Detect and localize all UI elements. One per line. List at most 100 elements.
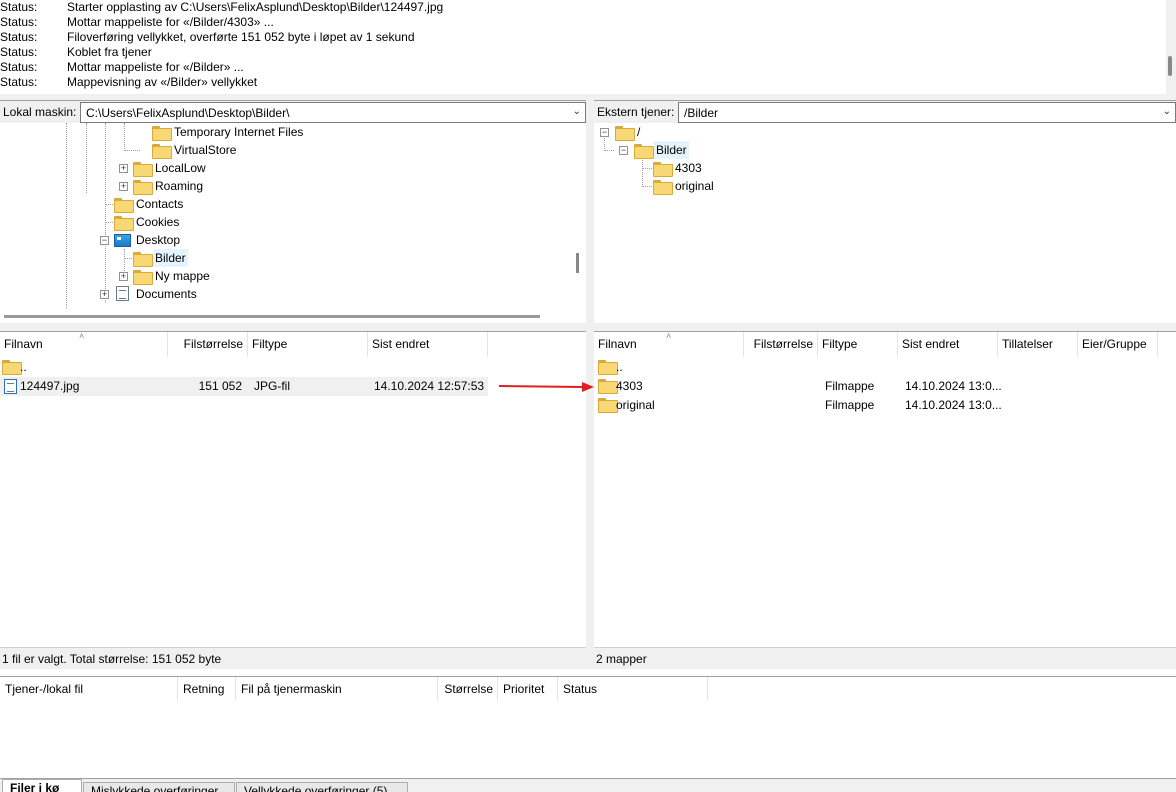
desktop-icon <box>114 234 131 247</box>
local-path-combo[interactable]: C:\Users\FelixAsplund\Desktop\Bilder\ ⌄ <box>80 102 586 123</box>
file-name: .. <box>616 360 623 374</box>
collapse-minus-icon[interactable]: − <box>619 146 628 155</box>
log-scrollbar[interactable] <box>1166 0 1176 94</box>
collapse-minus-icon[interactable]: − <box>100 236 109 245</box>
remote-address-bar: Ekstern tjener: /Bilder ⌄ <box>594 100 1176 123</box>
message-log: Status: Starter opplasting av C:\Users\Fe… <box>0 0 1176 94</box>
local-tree-vertical-scrollbar[interactable] <box>570 123 586 309</box>
col-header-modified[interactable]: Sist endret <box>368 332 488 357</box>
local-path-value: C:\Users\FelixAsplund\Desktop\Bilder\ <box>86 106 290 120</box>
folder-icon <box>2 358 22 377</box>
file-modified: 14.10.2024 13:0... <box>905 398 1002 412</box>
tree-guide <box>86 123 87 193</box>
chevron-down-icon[interactable]: ⌄ <box>1163 106 1171 117</box>
folder-icon <box>615 126 635 141</box>
col-header-modified[interactable]: Sist endret <box>898 332 998 357</box>
scroll-thumb[interactable] <box>4 315 540 318</box>
queue-col-direction[interactable]: Retning <box>178 677 236 701</box>
file-name: .. <box>20 360 27 374</box>
file-size: 151 052 <box>198 379 242 393</box>
col-header-filesize[interactable]: Filstørrelse <box>168 332 248 357</box>
documents-icon <box>116 286 129 301</box>
remote-status-bar: 2 mapper <box>594 647 1176 669</box>
expand-plus-icon[interactable]: + <box>100 290 109 299</box>
queue-col-local-file[interactable]: Tjener-/lokal fil <box>0 677 178 701</box>
local-address-bar: Lokal maskin: C:\Users\FelixAsplund\Desk… <box>0 100 586 123</box>
arrow-shaft <box>498 385 583 388</box>
remote-status-text: 2 mapper <box>596 652 647 666</box>
file-row-parent[interactable]: .. <box>594 358 1176 377</box>
folder-icon <box>114 198 134 213</box>
expand-plus-icon[interactable]: + <box>119 164 128 173</box>
queue-col-priority[interactable]: Prioritet <box>498 677 558 701</box>
file-row-4303[interactable]: 4303 Filmappe 14.10.2024 13:0... <box>594 377 1176 396</box>
col-header-filetype[interactable]: Filtype <box>248 332 368 357</box>
chevron-down-icon[interactable]: ⌄ <box>573 106 581 117</box>
tree-guide <box>124 150 140 151</box>
tab-successful-transfers[interactable]: Vellykkede overføringer (5) <box>236 782 408 792</box>
col-header-owner-group[interactable]: Eier/Gruppe <box>1078 332 1158 357</box>
tree-guide <box>124 123 125 151</box>
queue-tabs: Filer i kø Mislykkede overføringer Velly… <box>0 778 1176 792</box>
collapse-minus-icon[interactable]: − <box>600 128 609 137</box>
log-scroll-thumb[interactable] <box>1168 56 1172 76</box>
arrow-head <box>582 382 594 392</box>
file-modified: 14.10.2024 13:0... <box>905 379 1002 393</box>
tree-guide <box>105 204 113 205</box>
remote-path-value: /Bilder <box>684 106 719 120</box>
col-header-filetype[interactable]: Filtype <box>818 332 898 357</box>
folder-icon <box>152 144 172 159</box>
image-file-icon <box>4 379 17 400</box>
folder-icon <box>653 162 673 177</box>
col-header-filesize[interactable]: Filstørrelse <box>744 332 818 357</box>
folder-icon <box>598 377 618 396</box>
remote-directory-tree: − / − Bilder 4303 original <box>594 123 1176 323</box>
col-header-filename[interactable]: Filnavn <box>594 332 744 357</box>
folder-icon <box>133 180 153 195</box>
queue-col-size[interactable]: Størrelse <box>438 677 498 701</box>
file-name: 4303 <box>616 379 643 393</box>
tree-guide <box>642 157 643 187</box>
tree-guide <box>66 123 67 309</box>
remote-pane-splitter[interactable] <box>594 323 1176 331</box>
tree-guide <box>105 123 106 303</box>
file-type: Filmappe <box>825 398 875 412</box>
local-status-bar: 1 fil er valgt. Total størrelse: 151 052… <box>0 647 586 669</box>
local-pane-splitter[interactable] <box>0 323 586 331</box>
folder-icon <box>114 216 134 231</box>
local-address-label: Lokal maskin: <box>3 105 77 119</box>
file-row-124497[interactable]: 124497.jpg 151 052 JPG-fil 14.10.2024 12… <box>0 377 488 396</box>
tree-guide <box>642 168 652 169</box>
file-row-original[interactable]: original Filmappe 14.10.2024 13:0... <box>594 396 1176 415</box>
folder-icon <box>133 252 153 267</box>
tab-queued-files[interactable]: Filer i kø <box>2 779 82 792</box>
queue-col-status[interactable]: Status <box>558 677 708 701</box>
folder-icon <box>598 396 618 415</box>
tree-guide <box>604 150 614 151</box>
local-status-text: 1 fil er valgt. Total størrelse: 151 052… <box>2 652 222 666</box>
folder-icon <box>152 126 172 141</box>
expand-plus-icon[interactable]: + <box>119 272 128 281</box>
tab-failed-transfers[interactable]: Mislykkede overføringer <box>83 782 235 792</box>
col-header-filename[interactable]: Filnavn <box>0 332 168 357</box>
tree-guide <box>604 135 605 151</box>
tree-guide <box>105 222 113 223</box>
expand-plus-icon[interactable]: + <box>119 182 128 191</box>
folder-icon <box>598 358 618 377</box>
folder-icon <box>133 162 153 177</box>
transfer-queue: Tjener-/lokal fil Retning Fil på tjenerm… <box>0 676 1176 778</box>
file-type: JPG-fil <box>254 379 290 393</box>
remote-address-label: Ekstern tjener: <box>597 105 675 119</box>
col-header-permissions[interactable]: Tillatelser <box>998 332 1078 357</box>
scroll-thumb[interactable] <box>576 253 579 273</box>
remote-path-combo[interactable]: /Bilder ⌄ <box>678 102 1176 123</box>
folder-icon <box>653 180 673 195</box>
file-name: original <box>616 398 655 412</box>
file-type: Filmappe <box>825 379 875 393</box>
local-tree-horizontal-scrollbar[interactable] <box>0 309 586 323</box>
file-row-parent[interactable]: .. <box>0 358 488 377</box>
folder-icon <box>634 144 654 159</box>
file-name: 124497.jpg <box>20 379 80 393</box>
queue-col-remote-file[interactable]: Fil på tjenermaskin <box>236 677 438 701</box>
remote-file-list: ˄ Filnavn Filstørrelse Filtype Sist endr… <box>594 331 1176 647</box>
